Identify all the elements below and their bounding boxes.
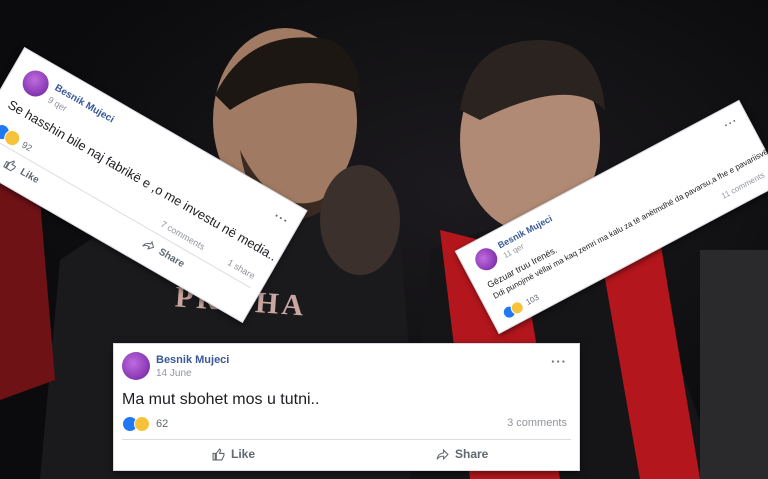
avatar[interactable] <box>471 244 502 275</box>
like-button[interactable]: Like <box>2 157 41 186</box>
reaction-summary[interactable]: 62 <box>122 416 168 432</box>
post-author[interactable]: Besnik Mujeci <box>156 354 229 366</box>
share-arrow-icon <box>436 448 449 460</box>
reaction-count: 92 <box>20 139 34 154</box>
share-button[interactable]: Share <box>436 447 488 461</box>
more-options-icon[interactable]: ··· <box>272 209 292 229</box>
more-options-icon[interactable]: ··· <box>551 354 567 369</box>
divider <box>122 439 571 440</box>
avatar[interactable] <box>17 65 54 102</box>
avatar[interactable] <box>122 352 150 380</box>
like-button[interactable]: Like <box>212 447 255 461</box>
share-button[interactable]: Share <box>141 237 187 270</box>
like-label: Like <box>18 166 42 186</box>
thumbs-up-icon <box>212 447 225 460</box>
share-label: Share <box>156 246 187 270</box>
more-options-icon[interactable]: ··· <box>722 115 740 132</box>
post-text: Ma mut sbohet mos u tutni.. <box>122 391 320 408</box>
like-label: Like <box>231 447 256 461</box>
thumbs-up-icon <box>3 160 17 172</box>
share-arrow-icon <box>142 240 155 250</box>
facebook-post-card-3: Besnik Mujeci 14 June ··· Ma mut sbohet … <box>113 343 580 471</box>
reaction-summary[interactable]: 92 <box>0 121 35 156</box>
reaction-count: 103 <box>524 292 541 307</box>
share-label: Share <box>455 447 489 461</box>
comment-count[interactable]: 3 comments <box>507 417 567 429</box>
share-count[interactable]: 1 share <box>226 257 257 281</box>
reaction-count: 62 <box>156 418 169 430</box>
haha-reaction-icon <box>134 416 150 432</box>
post-timestamp[interactable]: 14 June <box>156 368 192 379</box>
